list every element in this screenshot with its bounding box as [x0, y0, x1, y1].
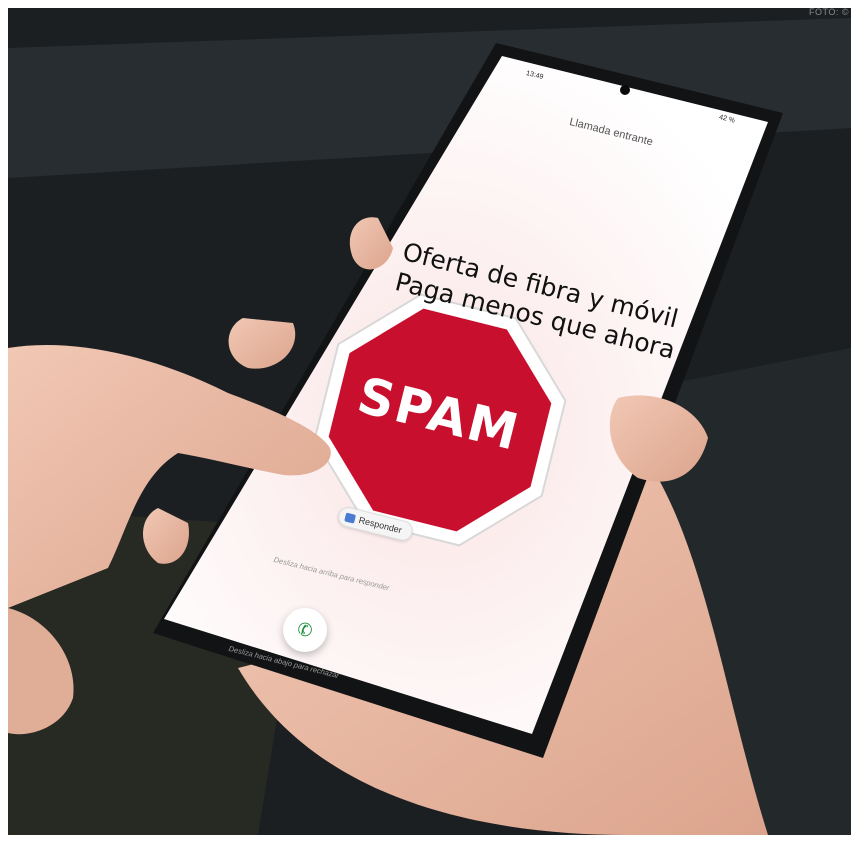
phone-icon: ✆ [297, 619, 313, 640]
message-icon [344, 512, 357, 524]
photo-credit: FOTO: © [809, 8, 849, 17]
answer-call-button[interactable]: ✆ [283, 608, 327, 652]
photo: FOTO: © 13:49 42 % Llamada entrante Ofer… [8, 8, 851, 835]
